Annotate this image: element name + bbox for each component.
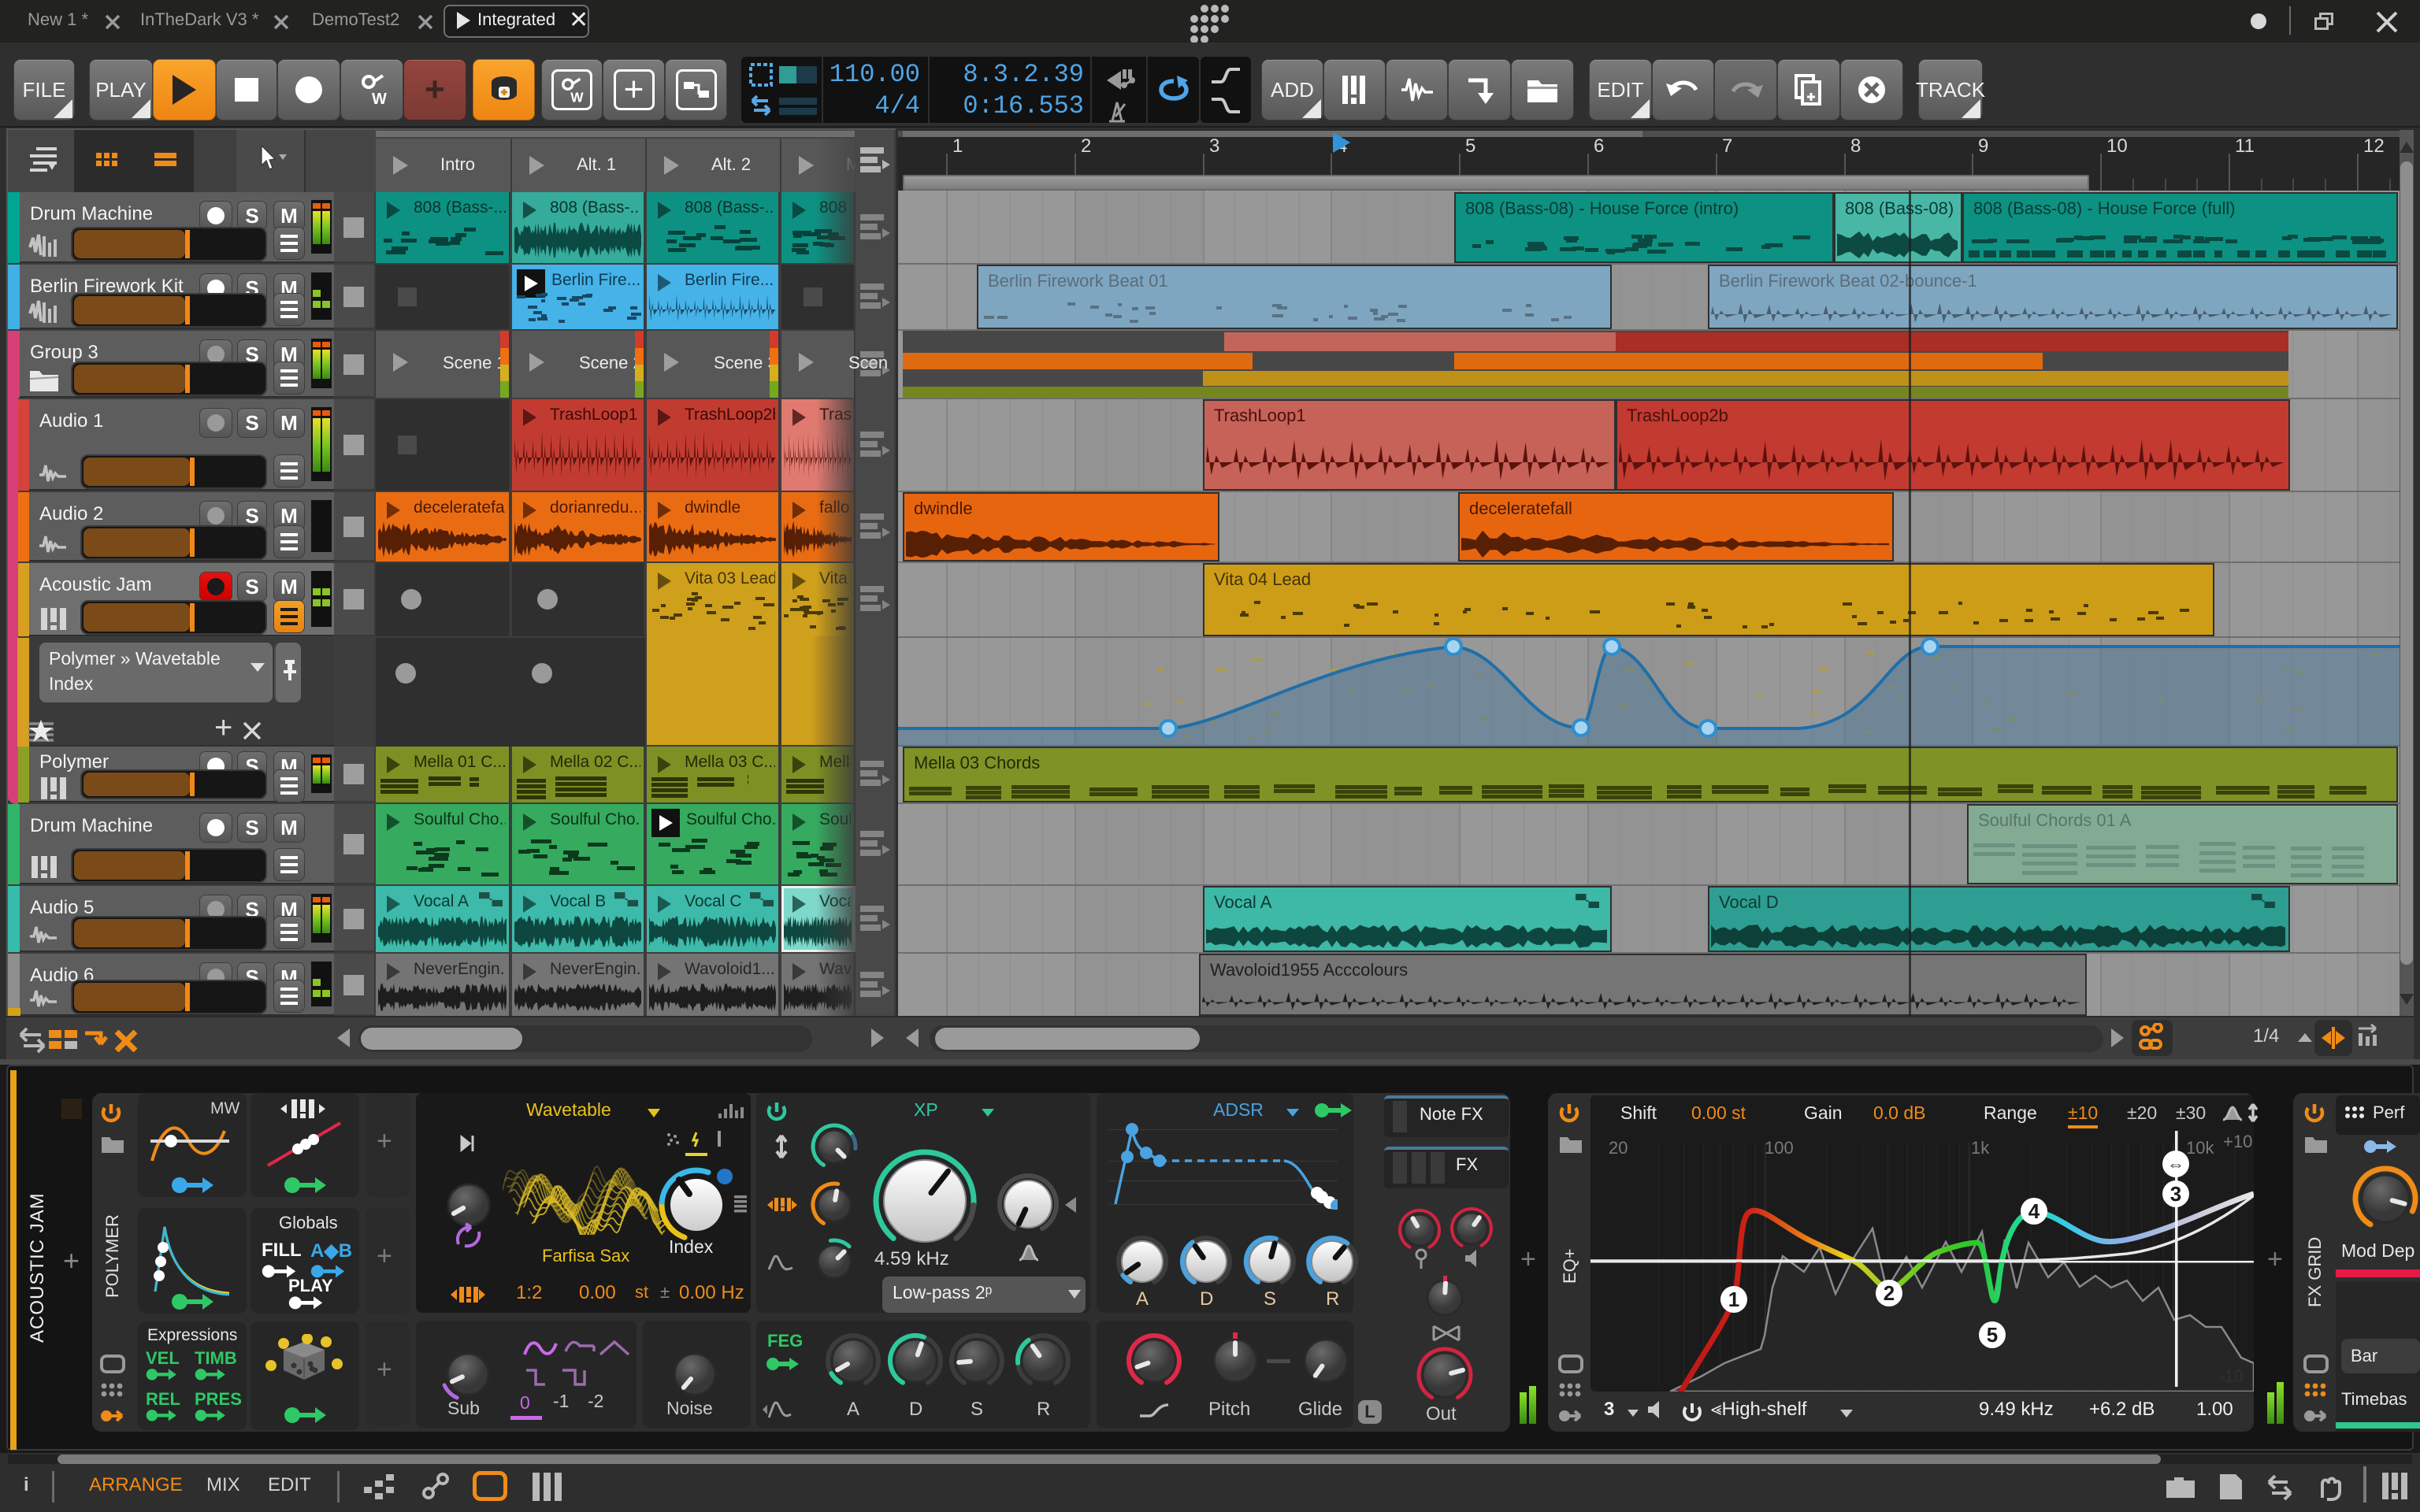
svg-text:W: W [372,91,387,107]
svg-text:W: W [570,90,584,105]
svg-text:2: 2 [1884,1281,1895,1305]
svg-text:⇔: ⇔ [2167,1154,2184,1174]
svg-text:4: 4 [2028,1199,2040,1223]
svg-text:1: 1 [1728,1288,1739,1311]
svg-text:3: 3 [2170,1182,2181,1206]
svg-text:5: 5 [1987,1323,1998,1347]
